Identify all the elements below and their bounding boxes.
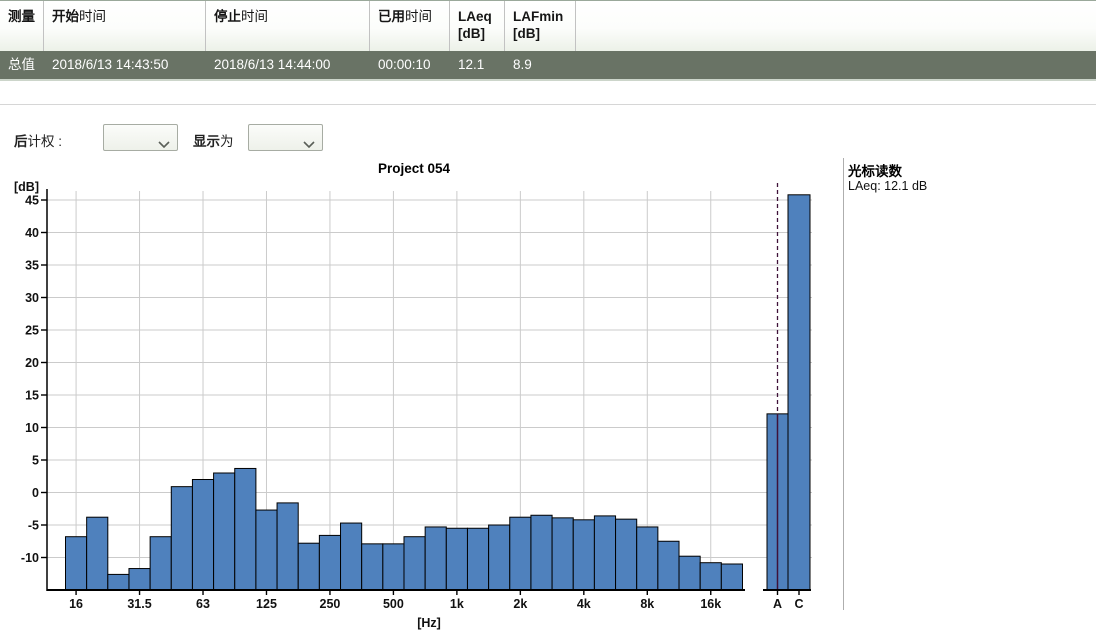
y-tick-label: 35 [25, 259, 39, 273]
bar-8k[interactable] [637, 527, 658, 590]
bar-80[interactable] [214, 473, 235, 590]
stop-time-value: 2018/6/13 14:44:00 [206, 51, 370, 79]
section-divider [0, 104, 1096, 105]
x-tick-label: 2k [513, 597, 527, 611]
post-weighting-label: 后计权 : [14, 130, 62, 150]
y-tick-label: 45 [25, 194, 39, 208]
bar-16[interactable] [66, 537, 87, 590]
x-tick-label: 125 [256, 597, 277, 611]
elapsed-time-value: 00:00:10 [370, 51, 450, 79]
bar-12.5k[interactable] [679, 556, 700, 590]
x-tick-label: 500 [383, 597, 404, 611]
bar-100[interactable] [235, 468, 256, 590]
bar-125[interactable] [256, 510, 277, 590]
laeq-value: 12.1 [450, 51, 505, 79]
post-weighting-dropdown[interactable] [103, 124, 178, 151]
col-header-spacer [576, 1, 1096, 51]
display-as-dropdown[interactable] [248, 124, 323, 151]
bar-315[interactable] [341, 523, 362, 590]
lafmin-value: 8.9 [505, 51, 576, 79]
bar-25[interactable] [108, 574, 129, 590]
cursor-readout-value: LAeq: 12.1 dB [848, 179, 927, 193]
y-tick-label: 20 [25, 356, 39, 370]
y-tick-label: -10 [21, 551, 39, 565]
table-row-total[interactable]: 总值 2018/6/13 14:43:50 2018/6/13 14:44:00… [0, 51, 1096, 81]
bar-1.6k[interactable] [489, 525, 510, 590]
panel-divider [843, 158, 844, 610]
app-window: 测量 开始时间 停止时间 已用时间 LAeq[dB] LAFmin[dB] 总值… [0, 0, 1096, 638]
bar-6.3k[interactable] [616, 519, 637, 590]
bar-40[interactable] [150, 537, 171, 590]
y-tick-label: 25 [25, 324, 39, 338]
bar-10k[interactable] [658, 541, 679, 590]
bar-400[interactable] [362, 544, 383, 590]
bar-16k[interactable] [700, 563, 721, 590]
bar-5k[interactable] [594, 516, 615, 590]
chevron-down-icon [303, 135, 315, 153]
col-header-laeq: LAeq[dB] [450, 1, 505, 51]
display-as-label: 显示为 [193, 130, 234, 150]
bar-31.5[interactable] [129, 569, 150, 590]
x-tick-label: 16k [700, 597, 721, 611]
x-axis-unit-label: [Hz] [417, 616, 441, 630]
bar-1.25k[interactable] [467, 528, 488, 590]
bar-3.15k[interactable] [552, 518, 573, 590]
y-tick-label: 30 [25, 291, 39, 305]
spectrum-chart[interactable]: 45 40 35 30 25 20 15 10 5 0 -5 -10 16 31.5 63 125 250 500… [0, 175, 836, 638]
y-tick-label: 40 [25, 226, 39, 240]
x-tick-label: 8k [640, 597, 654, 611]
bar-2k[interactable] [510, 517, 531, 590]
start-time-value: 2018/6/13 14:43:50 [44, 51, 206, 79]
x-tick-label: 250 [320, 597, 341, 611]
bar-500[interactable] [383, 544, 404, 590]
chevron-down-icon [158, 135, 170, 153]
bar-20[interactable] [87, 517, 108, 590]
measurement-table: 测量 开始时间 停止时间 已用时间 LAeq[dB] LAFmin[dB] 总值… [0, 0, 1096, 81]
col-header-lafmin: LAFmin[dB] [505, 1, 576, 51]
bar-1k[interactable] [446, 528, 467, 590]
x-tick-label: 1k [450, 597, 464, 611]
cursor-readout-title: 光标读数 [848, 160, 902, 180]
bar-160[interactable] [277, 503, 298, 590]
bar-2.5k[interactable] [531, 515, 552, 590]
total-label: 总值 [0, 51, 44, 79]
y-tick-label: 0 [32, 486, 39, 500]
x-tick-label: 63 [196, 597, 210, 611]
bar-4k[interactable] [573, 520, 594, 590]
bar-800[interactable] [425, 527, 446, 590]
y-tick-label: 5 [32, 454, 39, 468]
bar-63[interactable] [192, 480, 213, 591]
bar-20k[interactable] [721, 564, 742, 590]
x-tick-label: A [773, 597, 782, 611]
bar-50[interactable] [171, 487, 192, 590]
x-tick-label: 16 [69, 597, 83, 611]
x-tick-label: 4k [577, 597, 591, 611]
bar-200[interactable] [298, 543, 319, 590]
table-header-row: 测量 开始时间 停止时间 已用时间 LAeq[dB] LAFmin[dB] [0, 0, 1096, 51]
y-tick-label: 10 [25, 421, 39, 435]
col-header-elapsed-time: 已用时间 [370, 1, 450, 51]
x-tick-label: 31.5 [127, 597, 151, 611]
y-tick-label: 15 [25, 389, 39, 403]
y-tick-label: -5 [28, 519, 39, 533]
x-tick-label: C [794, 597, 803, 611]
col-header-start-time: 开始时间 [44, 1, 206, 51]
bar-630[interactable] [404, 537, 425, 590]
col-header-stop-time: 停止时间 [206, 1, 370, 51]
bar-250[interactable] [319, 535, 340, 590]
y-axis-unit-label: [dB] [14, 180, 39, 194]
chart-title: Project 054 [378, 161, 450, 176]
bar-C[interactable] [788, 195, 810, 590]
col-header-measurement: 测量 [0, 1, 44, 51]
